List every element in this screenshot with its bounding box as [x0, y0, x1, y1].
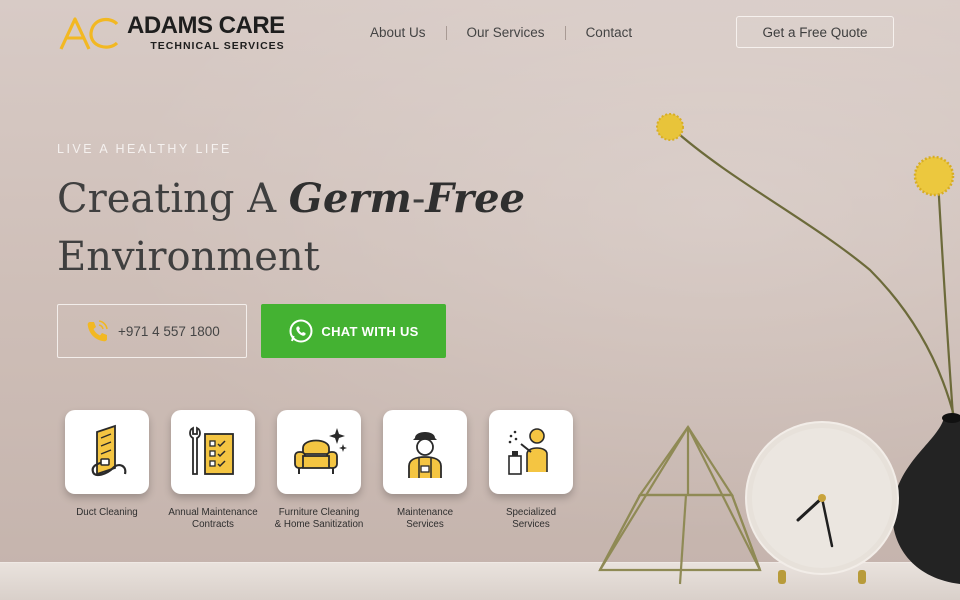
gold-pyramid-decor — [598, 425, 762, 585]
service-label-line2: Contracts — [192, 519, 234, 530]
service-label-line1: Furniture Cleaning — [278, 507, 360, 518]
service-card — [489, 410, 573, 494]
service-label: Annual Maintenance Contracts — [160, 507, 266, 531]
phone-icon — [87, 320, 108, 342]
sanitizer-spray-icon — [508, 428, 548, 475]
service-label: Specialized Services — [478, 507, 584, 531]
service-label-line1: Specialized — [505, 507, 557, 518]
decor-illustration — [598, 113, 960, 585]
nav-about-us[interactable]: About Us — [370, 25, 426, 40]
service-label-line1: Maintenance — [396, 507, 454, 518]
maintenance-checklist-icon — [189, 426, 234, 475]
headline-emphasis-free: Free — [425, 175, 525, 222]
armchair-sparkle-icon — [294, 428, 347, 474]
whatsapp-icon — [289, 319, 313, 343]
service-maintenance-services[interactable]: Maintenance Services — [372, 410, 478, 531]
main-nav: About Us Our Services Contact — [370, 25, 632, 40]
service-card — [65, 410, 149, 494]
service-card — [171, 410, 255, 494]
service-duct-cleaning[interactable]: Duct Cleaning — [54, 410, 160, 519]
service-label-line1: Duct Cleaning — [76, 507, 138, 518]
duct-cleaning-icon — [91, 424, 127, 477]
ac-monogram-icon — [59, 17, 119, 50]
headline-emphasis-germ: Germ — [288, 175, 412, 222]
nav-divider — [564, 25, 566, 40]
hero-kicker: LIVE A HEALTHY LIFE — [57, 142, 232, 156]
chat-label: CHAT WITH US — [321, 323, 419, 339]
service-label: Maintenance Services — [372, 507, 478, 531]
headline-prefix: Creating A — [57, 176, 289, 222]
chat-with-us-button[interactable]: CHAT WITH US — [261, 304, 446, 358]
brand-logo[interactable]: ADAMS CARE TECHNICAL SERVICES — [57, 14, 285, 52]
service-furniture-cleaning[interactable]: Furniture Cleaning & Home Sanitization — [266, 410, 372, 531]
brand-name: ADAMS CARE — [127, 12, 285, 39]
get-free-quote-button[interactable]: Get a Free Quote — [736, 16, 894, 48]
brand-subtitle: TECHNICAL SERVICES — [150, 40, 285, 52]
flower-head-right — [913, 155, 955, 197]
technician-icon — [408, 432, 442, 478]
phone-number: +971 4 557 1800 — [118, 323, 220, 339]
service-label: Duct Cleaning — [54, 507, 160, 519]
service-label-line2: & Home Sanitization — [274, 519, 364, 530]
service-card — [277, 410, 361, 494]
service-annual-maintenance[interactable]: Annual Maintenance Contracts — [160, 410, 266, 531]
service-specialized-services[interactable]: Specialized Services — [478, 410, 584, 531]
nav-contact[interactable]: Contact — [586, 25, 633, 40]
flower-head-left — [656, 113, 684, 141]
service-label: Furniture Cleaning & Home Sanitization — [266, 507, 372, 531]
clock-decor — [745, 421, 899, 584]
phone-call-button[interactable]: +971 4 557 1800 — [57, 304, 247, 358]
service-label-line2: Services — [406, 519, 444, 530]
hero-headline: Creating A Germ-Free Environment — [57, 170, 525, 286]
service-label-line1: Annual Maintenance — [168, 507, 258, 518]
service-label-line2: Services — [512, 519, 550, 530]
nav-divider — [445, 25, 447, 40]
headline-dash: - — [411, 176, 426, 222]
headline-line2: Environment — [57, 234, 320, 280]
service-card — [383, 410, 467, 494]
nav-our-services[interactable]: Our Services — [467, 25, 545, 40]
